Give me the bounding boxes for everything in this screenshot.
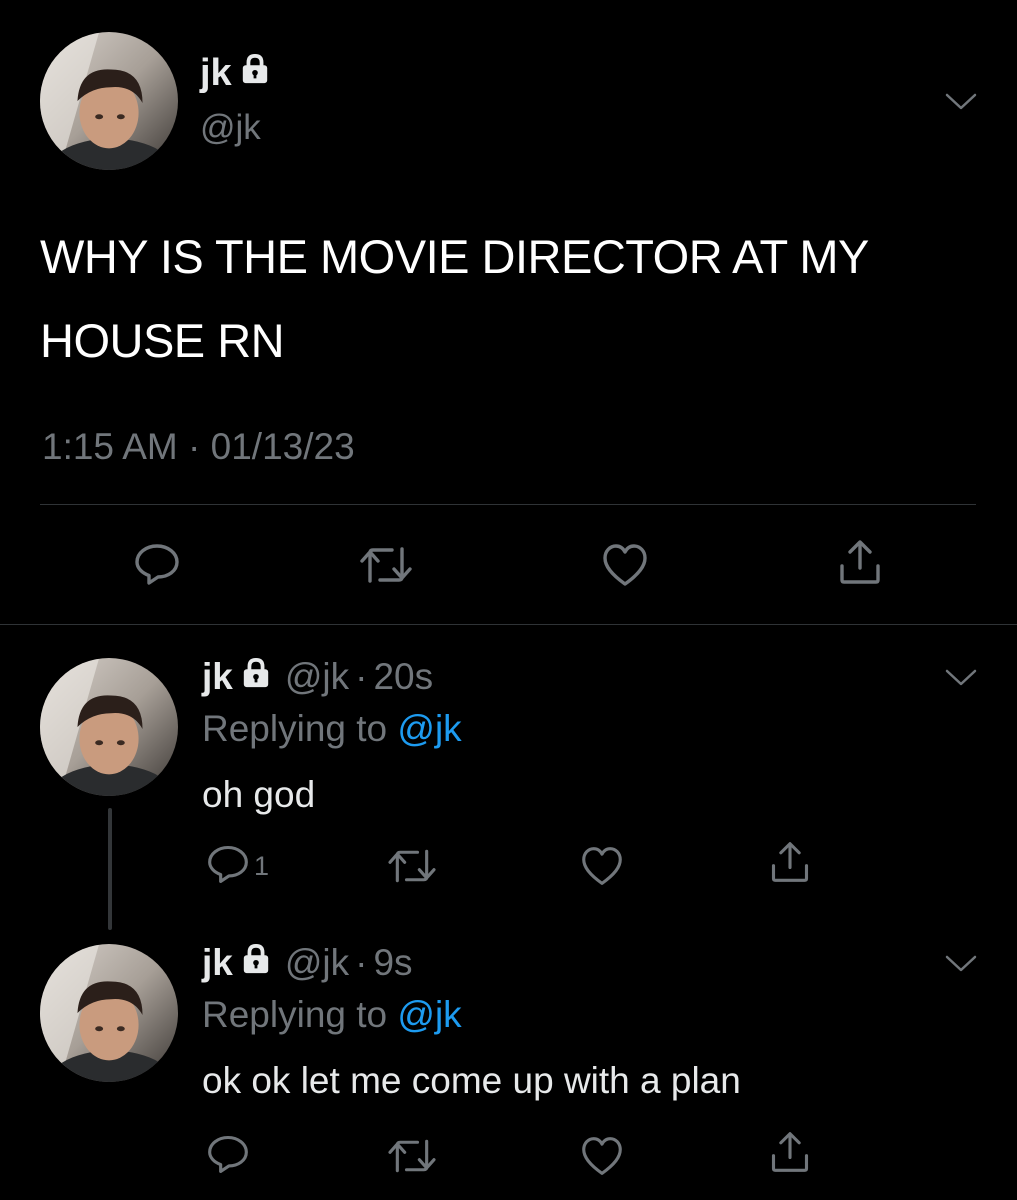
share-icon: [836, 538, 884, 591]
retweet-button[interactable]: [386, 844, 438, 893]
heart-icon: [580, 845, 624, 892]
main-tweet-author-handle[interactable]: @jk: [200, 108, 261, 148]
share-icon: [768, 1130, 812, 1179]
retweet-button[interactable]: [358, 541, 414, 594]
heart-icon: [580, 1135, 624, 1182]
lock-icon: [241, 942, 271, 984]
replying-to-mention[interactable]: @jk: [397, 708, 461, 749]
heart-icon: [601, 542, 649, 593]
main-tweet-author-name[interactable]: jk: [200, 52, 270, 95]
reply-age[interactable]: 9s: [373, 942, 412, 984]
reply-header: jk @jk · 20s: [202, 656, 433, 698]
tweet-date: 01/13/23: [210, 426, 355, 467]
chevron-down-icon[interactable]: [944, 668, 978, 693]
reply-button[interactable]: 1: [206, 842, 269, 891]
chevron-down-icon[interactable]: [944, 92, 978, 117]
speech-bubble-icon: [133, 540, 181, 593]
meta-separator: ·: [355, 656, 368, 697]
main-tweet-timestamp[interactable]: 1:15 AM · 01/13/23: [42, 426, 355, 468]
lock-icon: [240, 52, 270, 95]
divider: [40, 504, 976, 505]
replying-to-mention[interactable]: @jk: [397, 994, 461, 1035]
share-button[interactable]: [768, 840, 812, 889]
replying-to: Replying to @jk: [202, 994, 462, 1036]
reply-author-name[interactable]: jk: [202, 942, 233, 984]
share-button[interactable]: [836, 538, 884, 591]
divider: [0, 624, 1017, 625]
share-button[interactable]: [768, 1130, 812, 1179]
replying-to-label: Replying to: [202, 994, 388, 1035]
replying-to-label: Replying to: [202, 708, 388, 749]
author-display-name: jk: [200, 52, 232, 94]
reply-author-handle[interactable]: @jk: [285, 656, 349, 698]
reply-button[interactable]: [133, 540, 181, 593]
thread-connector: [108, 808, 112, 930]
reply-count: 1: [254, 851, 270, 881]
reply-age[interactable]: 20s: [373, 656, 433, 698]
reply-author-name[interactable]: jk: [202, 656, 233, 698]
lock-icon: [241, 656, 271, 698]
meta-separator: ·: [355, 942, 368, 983]
speech-bubble-icon: [206, 842, 250, 891]
chevron-down-icon[interactable]: [944, 954, 978, 979]
retweet-button[interactable]: [386, 1134, 438, 1183]
main-tweet-text: WHY IS THE MOVIE DIRECTOR AT MY HOUSE RN: [40, 230, 869, 367]
like-button[interactable]: [580, 1135, 624, 1182]
reply-avatar[interactable]: [40, 658, 178, 796]
tweet-time: 1:15 AM: [42, 426, 178, 467]
reply-text: oh god: [202, 774, 316, 815]
reply-text: ok ok let me come up with a plan: [202, 1060, 741, 1101]
retweet-icon: [386, 844, 438, 893]
share-icon: [768, 840, 812, 889]
reply-header: jk @jk · 9s: [202, 942, 413, 984]
retweet-icon: [358, 541, 414, 594]
like-button[interactable]: [601, 542, 649, 593]
meta-separator: ·: [188, 426, 201, 467]
like-button[interactable]: [580, 845, 624, 892]
retweet-icon: [386, 1134, 438, 1183]
speech-bubble-icon: [206, 1132, 250, 1181]
replying-to: Replying to @jk: [202, 708, 462, 750]
reply-avatar[interactable]: [40, 944, 178, 1082]
reply-button[interactable]: [206, 1132, 250, 1181]
reply-author-handle[interactable]: @jk: [285, 942, 349, 984]
main-tweet-avatar[interactable]: [40, 32, 178, 170]
